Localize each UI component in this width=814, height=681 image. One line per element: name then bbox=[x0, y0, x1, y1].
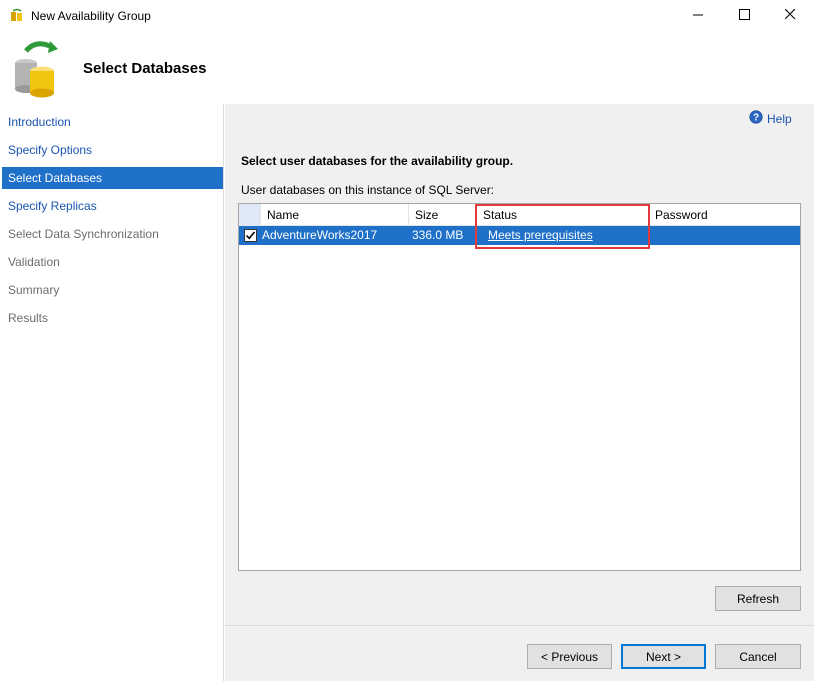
nav-item-summary: Summary bbox=[8, 283, 60, 297]
database-wizard-icon bbox=[12, 39, 64, 99]
nav-item-specify-replicas[interactable]: Specify Replicas bbox=[2, 195, 223, 217]
footer-separator bbox=[225, 625, 814, 626]
help-label: Help bbox=[767, 111, 792, 126]
close-icon bbox=[784, 8, 796, 23]
nav-item-introduction[interactable]: Introduction bbox=[2, 111, 223, 133]
nav-item-specify-options[interactable]: Specify Options bbox=[2, 139, 223, 161]
refresh-button[interactable]: Refresh bbox=[715, 586, 801, 611]
checkmark-icon bbox=[245, 231, 256, 240]
main-panel: ? Help Select user databases for the ava… bbox=[225, 104, 814, 681]
cancel-button[interactable]: Cancel bbox=[715, 644, 801, 669]
maximize-icon bbox=[738, 8, 750, 23]
minimize-icon bbox=[692, 9, 704, 23]
help-icon: ? bbox=[749, 110, 763, 127]
column-header-status[interactable]: Status bbox=[477, 204, 649, 226]
wizard-nav: Introduction Specify Options Select Data… bbox=[0, 104, 224, 681]
cell-database-size: 336.0 MB bbox=[412, 228, 464, 242]
column-header-password[interactable]: Password bbox=[649, 204, 800, 226]
grid-header: Name Size Status Password bbox=[239, 204, 800, 226]
nav-item-select-databases[interactable]: Select Databases bbox=[2, 167, 223, 189]
column-header-select[interactable] bbox=[239, 204, 261, 226]
table-row[interactable]: AdventureWorks2017 336.0 MB Meets prereq… bbox=[239, 226, 800, 245]
minimize-button[interactable] bbox=[675, 0, 721, 31]
nav-item-results: Results bbox=[8, 311, 49, 325]
page-title: Select Databases bbox=[83, 60, 207, 77]
grid-label: User databases on this instance of SQL S… bbox=[241, 183, 495, 197]
status-link[interactable]: Meets prerequisites bbox=[488, 226, 593, 245]
column-header-size[interactable]: Size bbox=[409, 204, 477, 226]
app-icon bbox=[10, 8, 24, 22]
title-bar: New Availability Group bbox=[0, 0, 814, 31]
nav-item-select-data-synchronization: Select Data Synchronization bbox=[8, 227, 159, 241]
databases-grid[interactable]: Name Size Status Password AdventureWorks… bbox=[238, 203, 801, 571]
help-link[interactable]: ? Help bbox=[749, 110, 792, 127]
close-button[interactable] bbox=[767, 0, 813, 31]
column-header-name[interactable]: Name bbox=[261, 204, 409, 226]
nav-item-validation: Validation bbox=[8, 255, 60, 269]
next-button[interactable]: Next > bbox=[621, 644, 706, 669]
wizard-header: Select Databases bbox=[0, 31, 814, 104]
window-title: New Availability Group bbox=[31, 9, 151, 23]
section-heading: Select user databases for the availabili… bbox=[241, 154, 514, 168]
row-checkbox[interactable] bbox=[244, 229, 257, 242]
maximize-button[interactable] bbox=[721, 0, 767, 31]
cell-database-name: AdventureWorks2017 bbox=[262, 228, 378, 242]
previous-button[interactable]: < Previous bbox=[527, 644, 612, 669]
svg-text:?: ? bbox=[753, 113, 759, 124]
